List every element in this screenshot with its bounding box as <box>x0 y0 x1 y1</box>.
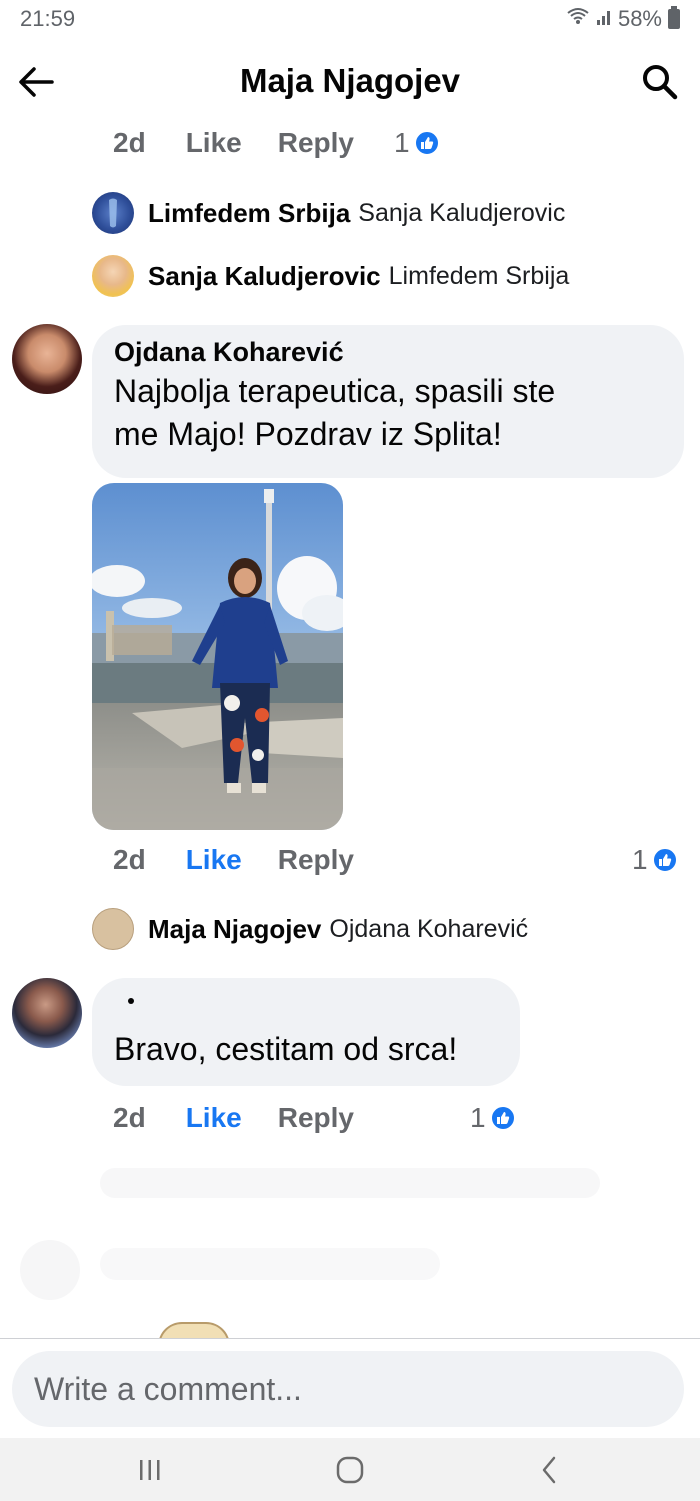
like-reaction-icon <box>413 130 440 156</box>
comment-actions: 2d Like Reply <box>113 844 354 876</box>
reply-preview[interactable]: Limfedem Srbija Sanja Kaludjerovic <box>92 192 565 234</box>
status-bar: 21:59 58% <box>0 0 700 40</box>
home-button[interactable] <box>320 1452 380 1488</box>
comment-photo[interactable] <box>92 483 343 830</box>
reaction-count[interactable]: 1 <box>632 844 678 876</box>
reply-author[interactable]: Maja Njagojev <box>148 914 321 945</box>
battery-icon <box>668 6 680 29</box>
comment-text-line: Najbolja terapeutica, spasili ste <box>114 373 556 409</box>
faded-content <box>20 1240 80 1300</box>
battery-percent: 58% <box>617 6 662 31</box>
like-button[interactable]: Like <box>186 1102 242 1134</box>
header: Maja Njagojev <box>0 50 700 114</box>
reply-button[interactable]: Reply <box>278 844 354 876</box>
avatar[interactable] <box>92 192 134 234</box>
back-nav-button[interactable] <box>520 1452 580 1488</box>
reply-author[interactable]: Sanja Kaludjerovic <box>148 261 381 292</box>
reply-snippet: Sanja Kaludjerovic <box>358 198 566 227</box>
faded-content <box>100 1168 600 1198</box>
status-icons: 58% <box>566 6 680 32</box>
avatar[interactable] <box>12 324 82 394</box>
avatar[interactable] <box>12 978 82 1048</box>
search-icon <box>643 65 678 100</box>
comment-input[interactable] <box>12 1351 684 1427</box>
reply-preview[interactable]: Sanja Kaludjerovic Limfedem Srbija <box>92 255 569 297</box>
wifi-icon <box>566 6 590 32</box>
reaction-count-number: 1 <box>632 844 648 875</box>
chevron-left-icon <box>542 1456 556 1484</box>
reaction-count-number: 1 <box>394 127 410 158</box>
reaction-count-number: 1 <box>470 1102 486 1133</box>
comment-actions: 2d Like Reply <box>113 1102 354 1134</box>
like-button[interactable]: Like <box>186 127 242 159</box>
comment-text: Najbolja terapeutica, spasili ste me Maj… <box>114 370 664 456</box>
page-title: Maja Njagojev <box>239 62 461 99</box>
comment-composer <box>0 1338 700 1438</box>
reply-snippet: Limfedem Srbija <box>388 261 570 290</box>
avatar[interactable] <box>92 908 134 950</box>
reply-button[interactable]: Reply <box>278 1102 354 1134</box>
home-icon <box>336 1456 364 1484</box>
reply-preview[interactable]: Maja Njagojev Ojdana Koharević <box>92 908 528 950</box>
reaction-count[interactable]: 1 <box>394 127 440 159</box>
comment-bubble: Bravo, cestitam od srca! <box>92 978 520 1086</box>
comment-bubble: Ojdana Koharević Najbolja terapeutica, s… <box>92 325 684 478</box>
faded-content <box>100 1248 440 1280</box>
reply-button[interactable]: Reply <box>278 127 354 159</box>
status-time: 21:59 <box>20 6 76 31</box>
reply-snippet: Ojdana Koharević <box>329 914 529 943</box>
signal-icon <box>596 6 612 32</box>
comment-time: 2d <box>113 844 146 875</box>
recent-apps-button[interactable] <box>120 1452 180 1488</box>
avatar[interactable] <box>92 255 134 297</box>
search-button[interactable] <box>640 62 680 102</box>
recent-apps-icon <box>140 1460 160 1480</box>
author-name-blurred <box>128 998 134 1004</box>
comment-time: 2d <box>113 1102 146 1133</box>
comment-author[interactable] <box>114 990 500 1016</box>
comment-text: Bravo, cestitam od srca! <box>114 1031 458 1067</box>
comment-author[interactable]: Ojdana Koharević <box>114 337 664 368</box>
comment-actions-previous: 2d Like Reply <box>113 127 354 159</box>
comment-text-line: me Majo! Pozdrav iz Splita! <box>114 416 502 452</box>
system-nav-bar <box>0 1438 700 1501</box>
reaction-count[interactable]: 1 <box>470 1102 516 1134</box>
like-button[interactable]: Like <box>186 844 242 876</box>
like-reaction-icon <box>651 847 678 873</box>
like-reaction-icon <box>489 1105 516 1131</box>
reply-author[interactable]: Limfedem Srbija <box>148 198 350 229</box>
comment-time: 2d <box>113 127 146 158</box>
